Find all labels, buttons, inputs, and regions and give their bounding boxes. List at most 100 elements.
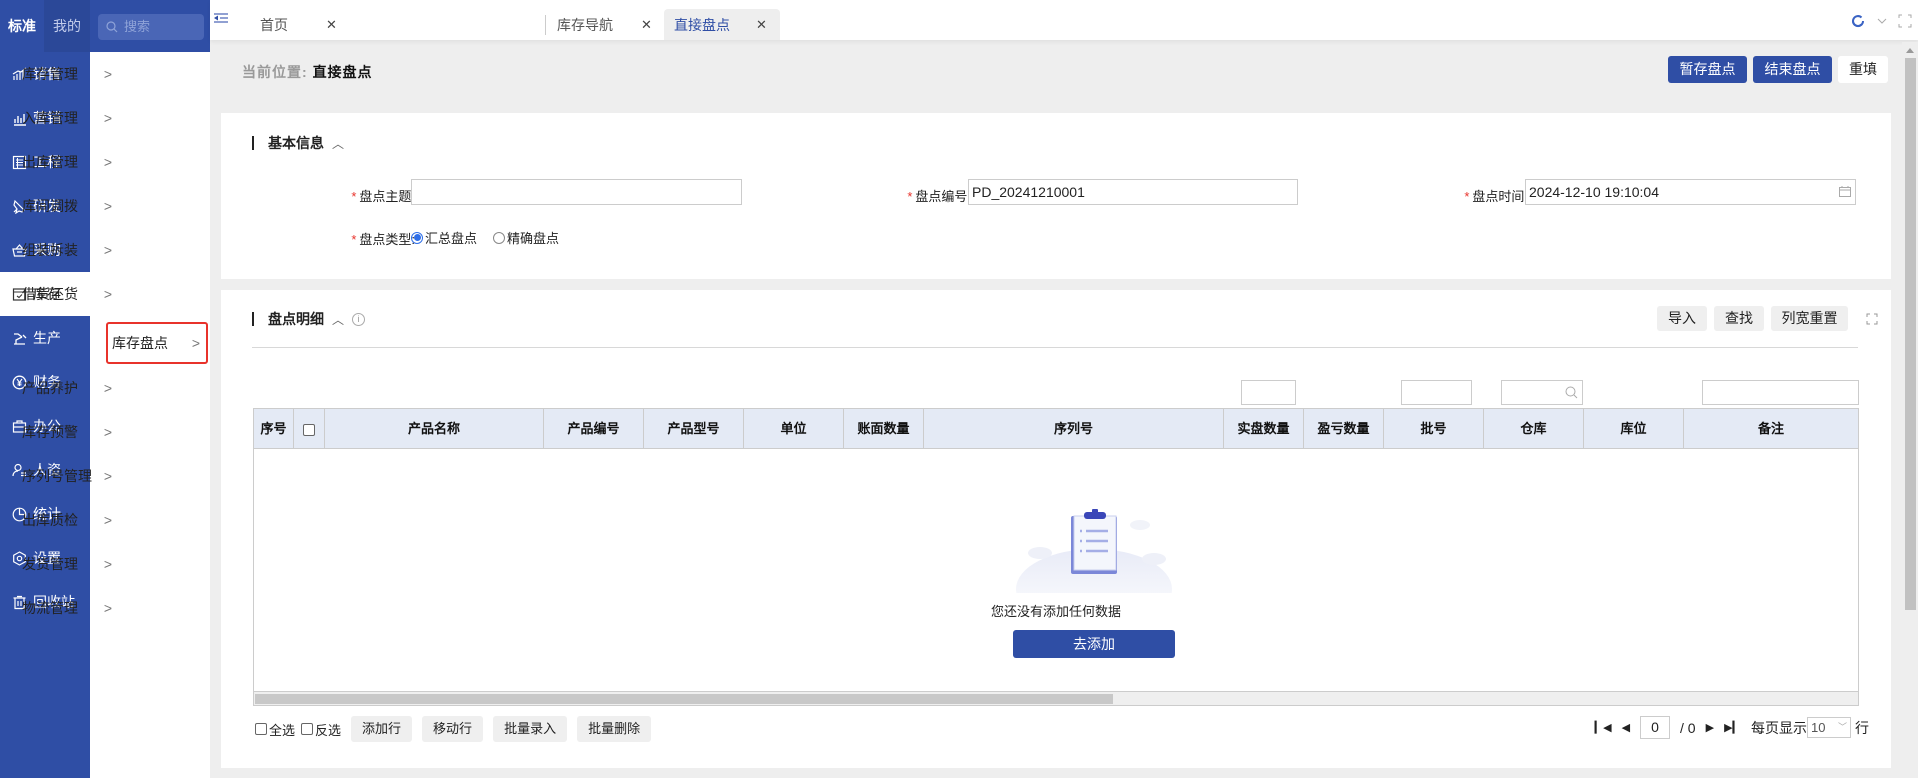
first-page-icon[interactable]: ▎◀ — [1595, 721, 1612, 734]
submenu-item-stocktaking[interactable]: 库存盘点 > — [106, 322, 208, 364]
col-product-code[interactable]: 产品编号 — [544, 409, 644, 449]
chevron-right-icon: > — [103, 66, 112, 82]
submenu-item-outbound-qc[interactable]: 出库质检 > — [0, 498, 120, 542]
search-icon[interactable] — [1565, 386, 1578, 399]
save-draft-button[interactable]: 暂存盘点 — [1668, 56, 1747, 83]
reset-column-width-button[interactable]: 列宽重置 — [1771, 306, 1848, 331]
select-all-checkbox[interactable] — [303, 423, 315, 436]
add-row-button[interactable]: 添加行 — [351, 716, 413, 742]
grid-horizontal-scrollbar[interactable] — [254, 691, 1858, 705]
submenu-item-assembly[interactable]: 组装拆装 > — [0, 228, 120, 272]
go-add-button[interactable]: 去添加 — [1013, 630, 1175, 658]
prev-page-icon[interactable]: ◀ — [1622, 721, 1630, 734]
import-button[interactable]: 导入 — [1657, 306, 1707, 331]
batch-input-button[interactable]: 批量录入 — [493, 716, 568, 742]
page-scrollbar[interactable] — [1902, 42, 1918, 778]
chevron-right-icon: > — [103, 556, 112, 572]
select-all-checkbox[interactable]: 全选 — [255, 720, 295, 739]
nav-tab-standard[interactable]: 标准 — [0, 0, 44, 52]
search-icon — [106, 21, 118, 33]
close-icon[interactable]: ✕ — [641, 17, 652, 33]
batch-delete-button[interactable]: 批量删除 — [577, 716, 652, 742]
chevron-right-icon: > — [103, 242, 112, 258]
warehouse-filter[interactable] — [1501, 380, 1583, 405]
nav-tab-mine[interactable]: 我的 — [44, 0, 90, 52]
actual-qty-filter[interactable] — [1241, 380, 1296, 405]
batch-filter[interactable] — [1401, 380, 1472, 405]
finish-stocktaking-button[interactable]: 结束盘点 — [1753, 56, 1832, 83]
info-icon[interactable]: i — [352, 312, 366, 326]
col-batch[interactable]: 批号 — [1384, 409, 1484, 449]
move-row-button[interactable]: 移动行 — [422, 716, 484, 742]
chevron-right-icon: > — [191, 335, 200, 351]
col-book-qty[interactable]: 账面数量 — [844, 409, 924, 449]
rows-label: 行 — [1855, 719, 1869, 736]
next-page-icon[interactable]: ▶ — [1706, 721, 1714, 734]
invert-selection-checkbox[interactable]: 反选 — [301, 720, 341, 739]
nav-search-input[interactable]: 搜索 — [98, 14, 204, 40]
scrollbar-thumb[interactable] — [255, 694, 1113, 704]
breadcrumb: 当前位置: 直接盘点 — [242, 62, 373, 82]
submenu-item-transfer[interactable]: 库间调拨 > — [0, 184, 120, 228]
breadcrumb-prefix: 当前位置: — [242, 64, 308, 80]
submenu-item-stock-alert[interactable]: 库存预警 > — [0, 410, 120, 454]
nav-item-production[interactable]: 生产 — [0, 316, 90, 360]
number-input[interactable] — [968, 179, 1298, 205]
submenu-item-inventory-management[interactable]: 库存管理 > — [0, 52, 120, 96]
calendar-icon[interactable] — [1839, 186, 1851, 197]
breadcrumb-current: 直接盘点 — [312, 64, 373, 80]
col-actual-qty[interactable]: 实盘数量 — [1224, 409, 1304, 449]
col-unit[interactable]: 单位 — [744, 409, 844, 449]
submenu-item-maintenance[interactable]: 产品养护 > — [0, 366, 120, 410]
col-product-model[interactable]: 产品型号 — [644, 409, 744, 449]
grid-header: 序号 产品名称 产品编号 产品型号 单位 账面数量 序列号 实盘数量 盈亏数量 … — [254, 409, 1858, 449]
submenu-item-borrow-return[interactable]: 借货还货 > — [0, 272, 120, 316]
radio-summary[interactable]: 汇总盘点 — [411, 228, 477, 247]
fullscreen-icon[interactable] — [1898, 14, 1912, 28]
remark-filter[interactable] — [1702, 380, 1859, 405]
col-product-name[interactable]: 产品名称 — [325, 409, 544, 449]
col-index[interactable]: 序号 — [254, 409, 294, 449]
col-diff-qty[interactable]: 盈亏数量 — [1304, 409, 1384, 449]
scroll-up-icon[interactable] — [1906, 48, 1914, 53]
robot-arm-icon — [14, 332, 27, 345]
scrollbar-thumb[interactable] — [1905, 58, 1916, 610]
chevron-down-icon[interactable] — [1876, 15, 1888, 27]
chevron-up-icon[interactable]: ︿ — [332, 311, 344, 328]
tab-home[interactable]: 首页 ✕ — [260, 9, 337, 40]
col-remark[interactable]: 备注 — [1684, 409, 1858, 449]
page-number-input[interactable]: 0 — [1640, 716, 1671, 739]
chevron-right-icon: > — [103, 286, 112, 302]
empty-message: 您还没有添加任何数据 — [990, 604, 1121, 619]
chevron-right-icon: > — [103, 154, 112, 170]
divider — [252, 347, 1858, 348]
expand-icon[interactable] — [1866, 313, 1878, 325]
col-select[interactable] — [294, 409, 325, 449]
find-button[interactable]: 查找 — [1714, 306, 1764, 331]
last-page-icon[interactable]: ▶▎ — [1724, 721, 1741, 734]
collapse-menu-icon[interactable] — [214, 12, 228, 24]
detail-title[interactable]: 盘点明细 ︿ i — [252, 309, 366, 329]
refresh-icon[interactable] — [1850, 13, 1866, 29]
per-page-select[interactable]: 10 ﹀ — [1807, 717, 1851, 738]
submenu-item-serial-numbers[interactable]: 序列号管理 > — [0, 454, 120, 498]
tab-direct-stocktaking[interactable]: 直接盘点 ✕ — [664, 9, 780, 40]
chevron-right-icon: > — [103, 600, 112, 616]
close-icon[interactable]: ✕ — [326, 17, 337, 33]
col-location[interactable]: 库位 — [1584, 409, 1684, 449]
col-warehouse[interactable]: 仓库 — [1484, 409, 1584, 449]
submenu-item-inbound[interactable]: 入库管理 > — [0, 96, 120, 140]
empty-clipboard-icon — [1016, 509, 1172, 593]
subject-input[interactable] — [411, 179, 742, 205]
basic-info-title[interactable]: 基本信息 ︿ — [252, 133, 344, 153]
submenu-item-shipping[interactable]: 发货管理 > — [0, 542, 120, 586]
submenu-item-logistics[interactable]: 物流管理 > — [0, 586, 120, 630]
reset-button[interactable]: 重填 — [1838, 56, 1888, 83]
col-serial-number[interactable]: 序列号 — [924, 409, 1224, 449]
close-icon[interactable]: ✕ — [756, 17, 767, 33]
radio-precise[interactable]: 精确盘点 — [493, 228, 559, 247]
tab-inventory-nav[interactable]: 库存导航 ✕ — [557, 9, 652, 40]
chevron-up-icon[interactable]: ︿ — [332, 135, 344, 152]
time-input[interactable]: 2024-12-10 19:10:04 — [1525, 179, 1856, 205]
submenu-item-outbound[interactable]: 出库管理 > — [0, 140, 120, 184]
